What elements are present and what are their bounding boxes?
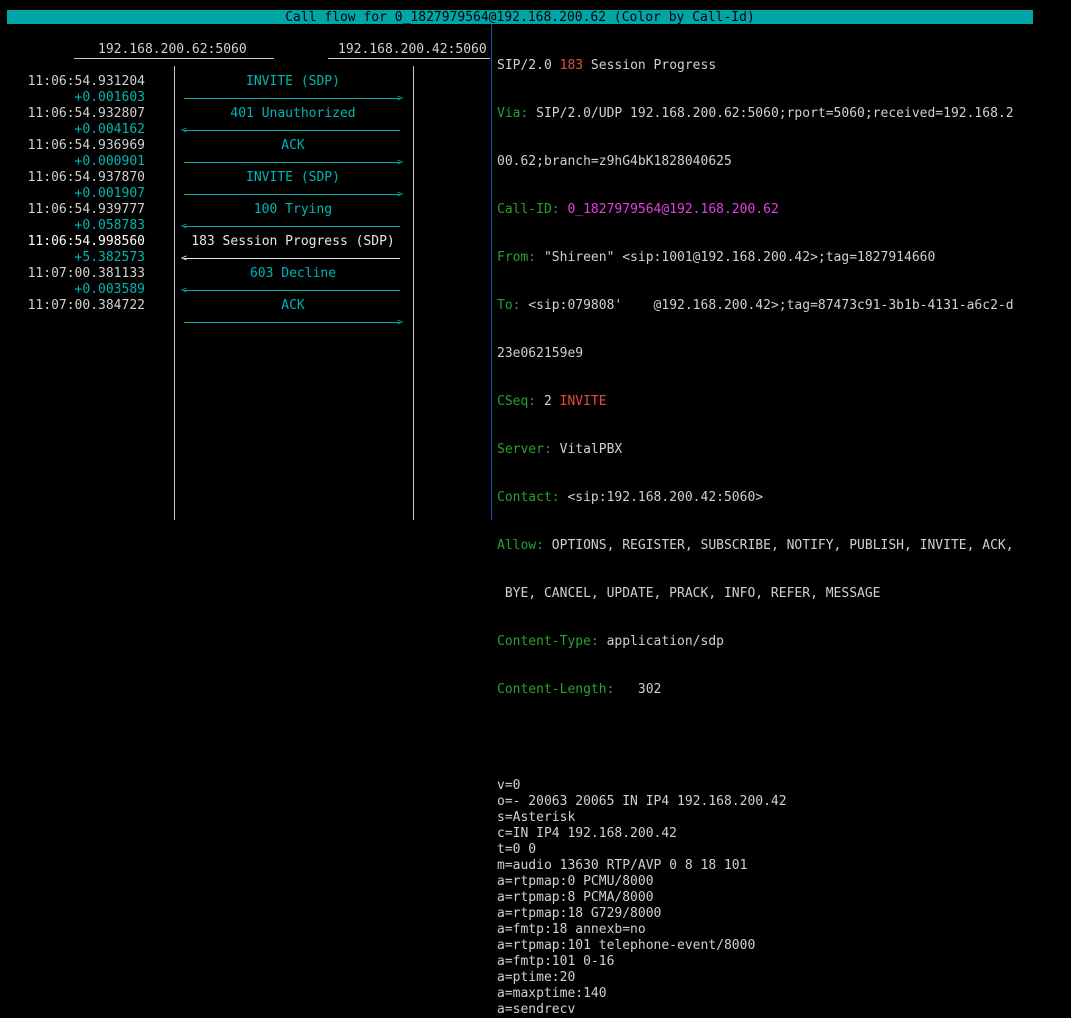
allow-header-cont: BYE, CANCEL, UPDATE, PRACK, INFO, REFER,… — [497, 586, 881, 601]
sdp-line: c=IN IP4 192.168.200.42 — [497, 826, 678, 841]
message-label[interactable]: INVITE (SDP) — [184, 74, 402, 90]
message-delta: +0.001907 — [74, 186, 145, 201]
message-label[interactable]: ACK — [184, 138, 402, 154]
host-b-underline — [328, 58, 490, 59]
sdp-line: a=fmtp:18 annexb=no — [497, 922, 646, 937]
contact-header: Contact: <sip:192.168.200.42:5060> — [497, 490, 764, 505]
host-a-underline — [74, 58, 274, 59]
host-b-label: 192.168.200.42:5060 — [338, 42, 487, 57]
via-header: Via: SIP/2.0/UDP 192.168.200.62:5060;rpo… — [497, 106, 1014, 121]
message-timestamp: 11:06:54.931204 — [27, 74, 145, 89]
message-timestamp: 11:07:00.384722 — [27, 298, 145, 313]
sdp-line: a=sendrecv — [497, 1002, 576, 1017]
message-delta: +0.058783 — [74, 218, 145, 233]
sdp-line: a=fmtp:101 0-16 — [497, 954, 615, 969]
message-arrow[interactable]: > — [184, 158, 403, 168]
message-arrow[interactable]: < — [181, 254, 400, 264]
message-arrow[interactable]: > — [184, 318, 403, 328]
message-arrow[interactable]: > — [184, 190, 403, 200]
message-delta: +0.000901 — [74, 154, 145, 169]
status-code: 183 — [559, 58, 584, 73]
sdp-line: a=maxptime:140 — [497, 986, 607, 1001]
arrow-left-icon: < — [181, 125, 188, 136]
message-timestamp: 11:07:00.381133 — [27, 266, 145, 281]
to-header: To: <sip:079808' @192.168.200.42>;tag=87… — [497, 298, 1014, 313]
host-b-lifeline — [413, 66, 414, 520]
content-type-header: Content-Type: application/sdp — [497, 634, 724, 649]
via-header-cont: 00.62;branch=z9hG4bK1828040625 — [497, 154, 732, 169]
cseq-header: CSeq: 2 INVITE — [497, 394, 607, 409]
sdp-line: a=ptime:20 — [497, 970, 576, 985]
host-a-label: 192.168.200.62:5060 — [98, 42, 247, 57]
message-label[interactable]: 100 Trying — [184, 202, 402, 218]
sdp-line: a=rtpmap:18 G729/8000 — [497, 906, 662, 921]
message-timestamp: 11:06:54.998560 — [27, 234, 145, 249]
callid-header: Call-ID: 0_1827979564@192.168.200.62 — [497, 202, 779, 217]
sdp-line: v=0 — [497, 778, 521, 793]
message-arrow[interactable]: > — [184, 94, 403, 104]
message-label[interactable]: ACK — [184, 298, 402, 314]
server-header: Server: VitalPBX — [497, 442, 623, 457]
arrow-right-icon: > — [396, 317, 403, 328]
arrow-right-icon: > — [396, 157, 403, 168]
message-timestamp: 11:06:54.939777 — [27, 202, 145, 217]
message-label[interactable]: 183 Session Progress (SDP) — [184, 234, 402, 250]
arrow-left-icon: < — [181, 221, 188, 232]
message-arrow[interactable]: < — [181, 126, 400, 136]
message-label[interactable]: 401 Unauthorized — [184, 106, 402, 122]
sip-message-detail[interactable]: SIP/2.0 183 Session Progress Via: SIP/2.… — [497, 26, 1014, 1017]
message-timestamp: 11:06:54.932807 — [27, 106, 145, 121]
pane-separator — [491, 24, 492, 520]
sdp-line: t=0 0 — [497, 842, 537, 857]
sdp-line: s=Asterisk — [497, 810, 576, 825]
arrow-left-icon: < — [181, 285, 188, 296]
sdp-line: a=rtpmap:101 telephone-event/8000 — [497, 938, 756, 953]
arrow-right-icon: > — [396, 93, 403, 104]
call-flow-title: Call flow for 0_1827979564@192.168.200.6… — [7, 10, 1033, 25]
message-delta: +0.004162 — [74, 122, 145, 137]
arrow-right-icon: > — [396, 189, 403, 200]
to-header-cont: 23e062159e9 — [497, 346, 584, 361]
status-line: SIP/2.0 183 Session Progress — [497, 58, 717, 73]
host-a-lifeline — [174, 66, 175, 520]
arrow-left-icon: < — [181, 253, 188, 264]
sdp-line: a=rtpmap:0 PCMU/8000 — [497, 874, 654, 889]
message-timestamp: 11:06:54.936969 — [27, 138, 145, 153]
sdp-body: v=0 o=- 20063 20065 IN IP4 192.168.200.42… — [497, 778, 1014, 1017]
message-delta: +0.001603 — [74, 90, 145, 105]
allow-header: Allow: OPTIONS, REGISTER, SUBSCRIBE, NOT… — [497, 538, 1014, 553]
message-arrow[interactable]: < — [181, 222, 400, 232]
message-label[interactable]: 603 Decline — [184, 266, 402, 282]
from-header: From: "Shireen" <sip:1001@192.168.200.42… — [497, 250, 936, 265]
content-length-header: Content-Length: 302 — [497, 682, 662, 697]
sdp-line: a=rtpmap:8 PCMA/8000 — [497, 890, 654, 905]
message-label[interactable]: INVITE (SDP) — [184, 170, 402, 186]
message-arrow[interactable]: < — [181, 286, 400, 296]
sdp-line: o=- 20063 20065 IN IP4 192.168.200.42 — [497, 794, 787, 809]
message-delta: +5.382573 — [74, 250, 145, 265]
sdp-line: m=audio 13630 RTP/AVP 0 8 18 101 — [497, 858, 748, 873]
message-timestamp: 11:06:54.937870 — [27, 170, 145, 185]
message-delta: +0.003589 — [74, 282, 145, 297]
